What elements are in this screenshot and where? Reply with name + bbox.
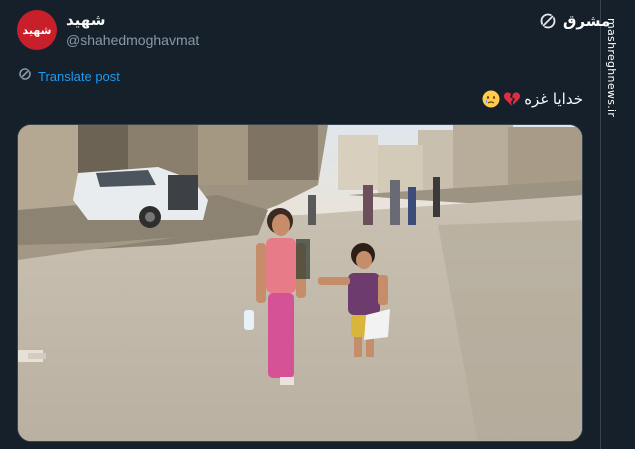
avatar[interactable]: شهید (17, 10, 57, 50)
watermark-site: mashreghnews.ir (605, 18, 618, 118)
translate-post-label: Translate post (38, 69, 120, 84)
watermark: mashreghnews.ir (600, 10, 628, 125)
post-video[interactable] (17, 124, 583, 442)
tweet: شهید شهید @shahedmoghavmat Translate pos… (0, 0, 603, 449)
crying-face-emoji (482, 90, 500, 108)
grok-icon[interactable] (539, 12, 557, 30)
broken-heart-emoji (503, 90, 521, 108)
author-handle[interactable]: @shahedmoghavmat (66, 32, 199, 48)
avatar-text: شهید (22, 23, 52, 37)
grok-icon (18, 67, 32, 86)
author-display-name[interactable]: شهید (66, 11, 105, 29)
translate-post-link[interactable]: Translate post (18, 67, 120, 86)
post-text-content: خدایا غزه (524, 90, 583, 108)
post-text: خدایا غزه (482, 90, 583, 108)
